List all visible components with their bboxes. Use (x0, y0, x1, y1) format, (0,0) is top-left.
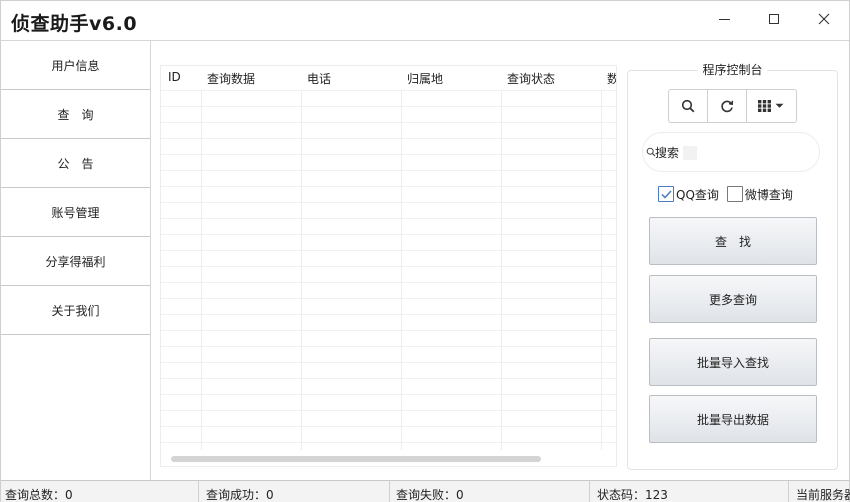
panel-title: 程序控制台 (627, 61, 838, 78)
sidebar-item-label: 用户信息 (51, 58, 100, 73)
batch-import-button[interactable]: 批量导入查找 (649, 338, 817, 386)
more-query-button[interactable]: 更多查询 (649, 275, 817, 323)
horizontal-scrollbar[interactable] (161, 450, 616, 466)
status-server: 当前服务器 (796, 488, 850, 502)
title-bar: 侦查助手v6.0 (1, 1, 849, 41)
refresh-icon (721, 100, 733, 113)
query-type-options: QQ查询 微博查询 (658, 185, 801, 203)
toolbar-button-group (668, 89, 797, 123)
toolbar-refresh-button[interactable] (708, 90, 747, 122)
grid-row-line (161, 186, 616, 187)
grid-row-line (161, 266, 616, 267)
grid-row-line (161, 442, 616, 443)
sidebar-item-label: 账号管理 (51, 205, 100, 220)
column-header-data[interactable]: 数 (607, 70, 616, 87)
grid-row-line (161, 170, 616, 171)
toolbar-search-button[interactable] (669, 90, 708, 122)
grid-row-line (161, 330, 616, 331)
table-header: ID 查询数据 电话 归属地 查询状态 数 (161, 66, 616, 90)
grid-row-line (161, 138, 616, 139)
grid-row-line (161, 298, 616, 299)
window-title: 侦查助手v6.0 (11, 13, 138, 35)
grid-row-line (161, 378, 616, 379)
sidebar: 用户信息 查 询 公 告 账号管理 分享得福利 关于我们 (1, 41, 151, 480)
column-header-location[interactable]: 归属地 (407, 70, 443, 87)
grid-row-line (161, 154, 616, 155)
grid-row-line (161, 122, 616, 123)
column-header-status[interactable]: 查询状态 (507, 70, 555, 87)
column-header-phone[interactable]: 电话 (307, 70, 331, 87)
checkmark-icon (660, 189, 672, 199)
maximize-button[interactable] (749, 1, 799, 37)
grid-row-line (161, 426, 616, 427)
weibo-query-checkbox[interactable] (726, 186, 743, 202)
search-box[interactable] (642, 132, 820, 172)
grid-column-line (501, 90, 502, 450)
close-button[interactable] (799, 1, 849, 37)
grid-row-line (161, 234, 616, 235)
column-header-query-data[interactable]: 查询数据 (207, 70, 255, 87)
qq-query-label[interactable]: QQ查询 (676, 186, 719, 203)
search-input[interactable] (655, 144, 805, 162)
grid-column-line (301, 90, 302, 450)
grid-row-line (161, 314, 616, 315)
results-table[interactable]: ID 查询数据 电话 归属地 查询状态 数 (160, 65, 617, 467)
sidebar-item-label: 查 询 (57, 107, 94, 122)
toolbar-grid-menu-button[interactable] (747, 90, 796, 122)
sidebar-item-label: 公 告 (57, 156, 94, 171)
maximize-icon (769, 14, 779, 24)
grid-row-line (161, 106, 616, 107)
close-icon (818, 13, 830, 25)
sidebar-item-about[interactable]: 关于我们 (1, 286, 150, 335)
sidebar-item-share[interactable]: 分享得福利 (1, 237, 150, 286)
minimize-button[interactable] (699, 1, 749, 37)
status-total: 查询总数：0 (5, 488, 73, 502)
status-code: 状态码：123 (597, 488, 668, 502)
status-fail: 查询失败：0 (396, 488, 464, 502)
status-divider (589, 481, 590, 502)
status-divider (788, 481, 789, 502)
grid-icon (758, 100, 772, 112)
sidebar-item-announcement[interactable]: 公 告 (1, 139, 150, 188)
status-divider (198, 481, 199, 502)
sidebar-item-account[interactable]: 账号管理 (1, 188, 150, 237)
find-button[interactable]: 查 找 (649, 217, 817, 265)
grid-row-line (161, 250, 616, 251)
sidebar-item-label: 关于我们 (51, 303, 100, 318)
column-header-id[interactable]: ID (168, 70, 181, 84)
grid-row-line (161, 410, 616, 411)
search-icon (681, 99, 695, 113)
sidebar-item-label: 分享得福利 (45, 254, 106, 269)
qq-query-checkbox[interactable] (658, 186, 674, 202)
grid-row-line (161, 90, 616, 91)
weibo-query-label[interactable]: 微博查询 (745, 186, 793, 203)
status-divider (389, 481, 390, 502)
panel-title-text: 程序控制台 (698, 63, 767, 77)
sidebar-item-query[interactable]: 查 询 (1, 90, 150, 139)
scrollbar-thumb[interactable] (171, 456, 541, 462)
grid-row-line (161, 282, 616, 283)
status-success: 查询成功：0 (206, 488, 274, 502)
grid-row-line (161, 394, 616, 395)
grid-row-line (161, 218, 616, 219)
grid-row-line (161, 362, 616, 363)
app-window: 侦查助手v6.0 用户信息 查 询 公 告 账号管理 分享得福利 关于我们 ID… (0, 0, 850, 502)
status-bar: 查询总数：0 查询成功：0 查询失败：0 状态码：123 当前服务器 (1, 480, 850, 502)
grid-row-line (161, 202, 616, 203)
grid-column-line (601, 90, 602, 450)
caret-down-icon (775, 103, 784, 108)
sidebar-item-user-info[interactable]: 用户信息 (1, 41, 150, 90)
minimize-icon (718, 18, 730, 20)
batch-export-button[interactable]: 批量导出数据 (649, 395, 817, 443)
grid-row-line (161, 346, 616, 347)
grid-column-line (201, 90, 202, 450)
grid-column-line (401, 90, 402, 450)
